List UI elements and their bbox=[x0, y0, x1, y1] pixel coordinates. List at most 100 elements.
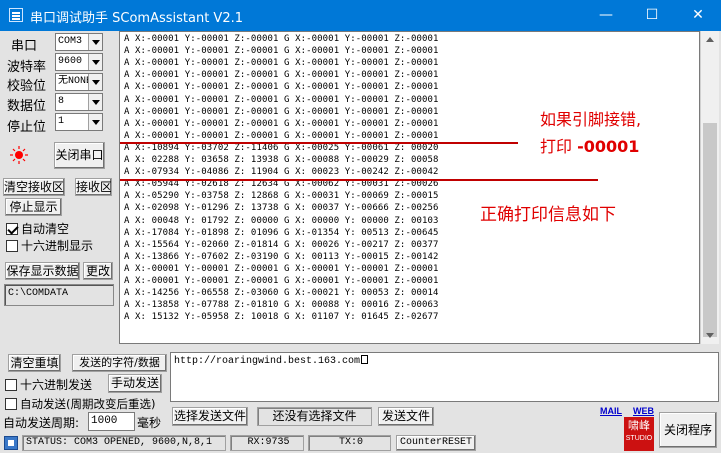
receive-line: A X:-13866 Y:-07602 Z:-03190 G X: 00113 … bbox=[124, 251, 439, 262]
clear-refill-button[interactable]: 清空重填 bbox=[8, 354, 61, 372]
chevron-down-icon[interactable] bbox=[88, 34, 102, 50]
logo-text: 啸峰 bbox=[628, 419, 650, 432]
receive-line: A X:-00001 Y:-00001 Z:-00001 G X:-00001 … bbox=[124, 46, 439, 57]
annotation-wrong-line2: 打印 -00001 bbox=[540, 133, 639, 157]
receive-scrollbar[interactable] bbox=[700, 31, 719, 344]
port-status-indicator-icon bbox=[10, 146, 28, 164]
receive-line: A X: 00048 Y: 01792 Z: 00000 G X: 00000 … bbox=[124, 215, 439, 226]
save-path-field[interactable]: C:\COMDATA bbox=[4, 284, 114, 306]
clear-receive-button[interactable]: 清空接收区 bbox=[3, 178, 65, 196]
databits-select[interactable]: 8 bbox=[55, 93, 103, 111]
minimize-button[interactable]: — bbox=[583, 0, 629, 31]
receive-line: A X: 15132 Y:-05958 Z: 10018 G X: 01107 … bbox=[124, 312, 439, 323]
parity-label: 校验位 bbox=[7, 79, 47, 94]
stopbits-select[interactable]: 1 bbox=[55, 113, 103, 131]
receive-line: A X:-00001 Y:-00001 Z:-00001 G X:-00001 … bbox=[124, 106, 439, 117]
receive-line: A X:-00001 Y:-00001 Z:-00001 G X:-00001 … bbox=[124, 130, 439, 141]
checkbox-icon[interactable] bbox=[6, 240, 18, 252]
parity-value: 无NONE bbox=[58, 76, 93, 87]
period-unit: 毫秒 bbox=[137, 416, 162, 430]
hex-send-label: 十六进制发送 bbox=[20, 378, 93, 392]
send-file-button[interactable]: 发送文件 bbox=[378, 407, 434, 426]
checkbox-icon[interactable] bbox=[5, 379, 17, 391]
change-path-button[interactable]: 更改 bbox=[83, 262, 113, 280]
chevron-down-icon[interactable] bbox=[88, 114, 102, 130]
tx-counter: TX:0 bbox=[308, 435, 391, 451]
sent-chars-button[interactable]: 发送的字符/数据 bbox=[72, 354, 167, 372]
close-port-button[interactable]: 关闭串口 bbox=[54, 142, 105, 169]
receive-line: A X:-07934 Y:-04086 Z: 11904 G X: 00023 … bbox=[124, 167, 439, 178]
window-title: 串口调试助手 SComAssistant V2.1 bbox=[30, 11, 244, 26]
status-port-icon bbox=[4, 436, 18, 450]
period-input[interactable]: 1000 bbox=[88, 412, 135, 431]
stopbits-label: 停止位 bbox=[7, 120, 47, 135]
receive-line: A X:-05290 Y:-03758 Z: 12868 G X:-00031 … bbox=[124, 191, 439, 202]
annotation-underline-wrong bbox=[120, 142, 518, 144]
annotation-wrong-prefix: 打印 bbox=[540, 137, 578, 156]
baud-label: 波特率 bbox=[7, 60, 47, 75]
receive-line: A X: 02288 Y: 03658 Z: 13938 G X:-00088 … bbox=[124, 155, 439, 165]
file-status: 还没有选择文件 bbox=[257, 407, 372, 426]
annotation-correct: 正确打印信息如下 bbox=[480, 205, 616, 225]
baud-select[interactable]: 9600 bbox=[55, 53, 103, 71]
text-cursor-icon bbox=[361, 355, 369, 364]
receive-area[interactable]: A X:-00001 Y:-00001 Z:-00001 G X:-00001 … bbox=[119, 31, 700, 344]
receive-line: A X:-13858 Y:-07788 Z:-01810 G X: 00088 … bbox=[124, 300, 439, 311]
receive-line: A X:-00001 Y:-00001 Z:-00001 G X:-00001 … bbox=[124, 94, 439, 105]
stop-display-button[interactable]: 停止显示 bbox=[5, 198, 62, 216]
auto-clear-label: 自动清空 bbox=[21, 222, 70, 236]
receive-line: A X:-17084 Y:-01898 Z: 01096 G X:-01354 … bbox=[124, 227, 439, 238]
receive-line: A X:-15564 Y:-02060 Z:-01814 G X: 00026 … bbox=[124, 239, 439, 250]
databits-value: 8 bbox=[58, 96, 65, 107]
close-window-button[interactable]: ✕ bbox=[675, 0, 721, 31]
scroll-thumb[interactable] bbox=[703, 123, 717, 337]
hex-display-label: 十六进制显示 bbox=[21, 239, 94, 253]
annotation-wrong-line1: 如果引脚接错, bbox=[540, 110, 642, 129]
save-display-button[interactable]: 保存显示数据 bbox=[5, 262, 80, 280]
scroll-down-icon[interactable] bbox=[701, 327, 719, 344]
port-select[interactable]: COM3 bbox=[55, 33, 103, 51]
port-label: 串口 bbox=[11, 39, 38, 54]
databits-label: 数据位 bbox=[7, 99, 47, 114]
chevron-down-icon[interactable] bbox=[88, 74, 102, 90]
send-text: http://roaringwind.best.163.com bbox=[174, 356, 361, 367]
web-link[interactable]: WEB bbox=[633, 406, 654, 416]
receive-line: A X:-02098 Y:-01296 Z: 13738 G X: 00037 … bbox=[124, 203, 439, 214]
quit-program-button[interactable]: 关闭程序 bbox=[659, 412, 717, 448]
receive-line: A X:-00001 Y:-00001 Z:-00001 G X:-00001 … bbox=[124, 82, 439, 93]
receive-line: A X:-00001 Y:-00001 Z:-00001 G X:-00001 … bbox=[124, 263, 439, 274]
stopbits-value: 1 bbox=[58, 116, 65, 127]
auto-send-checkbox[interactable]: 自动发送(周期改变后重选) bbox=[5, 396, 155, 412]
parity-select[interactable]: 无NONE bbox=[55, 73, 103, 91]
receive-line: A X:-00001 Y:-00001 Z:-00001 G X:-00001 … bbox=[124, 118, 439, 129]
chevron-down-icon[interactable] bbox=[88, 54, 102, 70]
receive-area-button[interactable]: 接收区 bbox=[75, 178, 112, 196]
receive-line: A X:-14256 Y:-06558 Z:-03060 G X:-00021 … bbox=[124, 288, 439, 299]
port-value: COM3 bbox=[58, 36, 83, 47]
receive-line: A X:-00001 Y:-00001 Z:-00001 G X:-00001 … bbox=[124, 34, 439, 44]
choose-file-button[interactable]: 选择发送文件 bbox=[172, 407, 248, 426]
title-bar: 串口调试助手 SComAssistant V2.1 — ☐ ✕ bbox=[0, 0, 721, 31]
app-icon bbox=[9, 8, 23, 22]
mail-link[interactable]: MAIL bbox=[600, 406, 622, 416]
status-bar: STATUS: COM3 OPENED, 9600,N,8,1 RX:9735 … bbox=[0, 433, 660, 453]
maximize-button[interactable]: ☐ bbox=[629, 0, 675, 31]
annotation-wrong-value: -00001 bbox=[577, 137, 640, 156]
auto-send-label: 自动发送(周期改变后重选) bbox=[20, 397, 156, 411]
manual-send-button[interactable]: 手动发送 bbox=[108, 374, 162, 393]
rx-counter: RX:9735 bbox=[230, 435, 304, 451]
status-text: STATUS: COM3 OPENED, 9600,N,8,1 bbox=[22, 435, 226, 451]
chevron-down-icon[interactable] bbox=[88, 94, 102, 110]
counter-reset-button[interactable]: CounterRESET bbox=[396, 435, 476, 451]
period-label: 自动发送周期: bbox=[3, 416, 80, 430]
send-text-area[interactable]: http://roaringwind.best.163.com bbox=[170, 352, 719, 402]
receive-line: A X:-00001 Y:-00001 Z:-00001 G X:-00001 … bbox=[124, 276, 439, 286]
auto-clear-checkbox[interactable]: 自动清空 bbox=[6, 220, 69, 237]
checkbox-checked-icon[interactable] bbox=[6, 223, 18, 235]
hex-display-checkbox[interactable]: 十六进制显示 bbox=[6, 237, 93, 254]
hex-send-checkbox[interactable]: 十六进制发送 bbox=[5, 376, 92, 393]
annotation-underline-correct bbox=[120, 179, 598, 181]
scroll-up-icon[interactable] bbox=[701, 31, 719, 48]
receive-line: A X:-00001 Y:-00001 Z:-00001 G X:-00001 … bbox=[124, 58, 439, 69]
checkbox-icon[interactable] bbox=[5, 398, 17, 410]
